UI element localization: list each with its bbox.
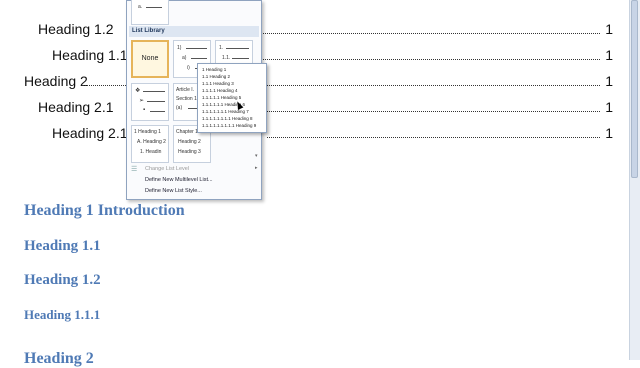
toc-entry[interactable]: Heading 1.1.1 1 [0, 47, 622, 67]
list-style-none-tile[interactable]: None [131, 40, 169, 78]
list-style-tile[interactable]: a. [131, 0, 169, 25]
toc-page-number: 1 [605, 125, 613, 141]
heading-2[interactable]: Heading 1.1 [24, 238, 101, 255]
scrollbar-thumb[interactable] [631, 0, 638, 178]
toc-page-number: 1 [605, 21, 613, 37]
heading-1[interactable]: Heading 1 Introduction [24, 202, 185, 220]
heading-3[interactable]: Heading 1.1.1 [24, 307, 100, 323]
list-preview-tooltip: 1 Heading 1 1.1 Heading 2 1.1.1 Heading … [197, 63, 267, 133]
toc-leader-dots [263, 59, 600, 60]
toc-entry-text: Heading 2.1 [38, 99, 114, 115]
toc-page-number: 1 [605, 47, 613, 63]
toc-entry-text: Heading 2 [24, 73, 88, 89]
toc-entry[interactable]: Heading 2.1.1 1 [0, 125, 622, 145]
heading-list-tile[interactable]: 1 Heading 1 A. Heading 2 1. Headin [131, 125, 169, 163]
toc-entry[interactable]: Heading 2 1 [0, 73, 622, 93]
toc-entry[interactable]: Heading 1.2 1 [0, 21, 622, 41]
submenu-arrow-icon: ▸ [255, 165, 258, 171]
change-list-level-item[interactable]: Change List Level [145, 166, 189, 172]
heading-1[interactable]: Heading 2 [24, 350, 94, 368]
toc-page-number: 1 [605, 99, 613, 115]
vertical-scrollbar[interactable] [629, 0, 640, 360]
toc-page-number: 1 [605, 73, 613, 89]
toc-leader-dots [267, 111, 600, 112]
define-new-list-style-item[interactable]: Define New List Style... [145, 188, 202, 194]
toc-leader-dots [267, 137, 600, 138]
list-level-icon: ☰ [131, 166, 138, 173]
define-new-multilevel-list-item[interactable]: Define New Multilevel List... [145, 177, 213, 183]
document-page[interactable]: Heading 1.2 1 Heading 1.1.1 1 Heading 2 … [0, 0, 630, 367]
toc-entry-text: Heading 1.2 [38, 21, 114, 37]
heading-2[interactable]: Heading 1.2 [24, 272, 101, 289]
bullet-list-tile[interactable]: ❖ ➢ ▪ [131, 83, 169, 121]
list-library-header: List Library [129, 26, 259, 37]
gallery-scroll-down-icon[interactable]: ▾ [255, 153, 258, 159]
toc-entry[interactable]: Heading 2.1 1 [0, 99, 622, 119]
